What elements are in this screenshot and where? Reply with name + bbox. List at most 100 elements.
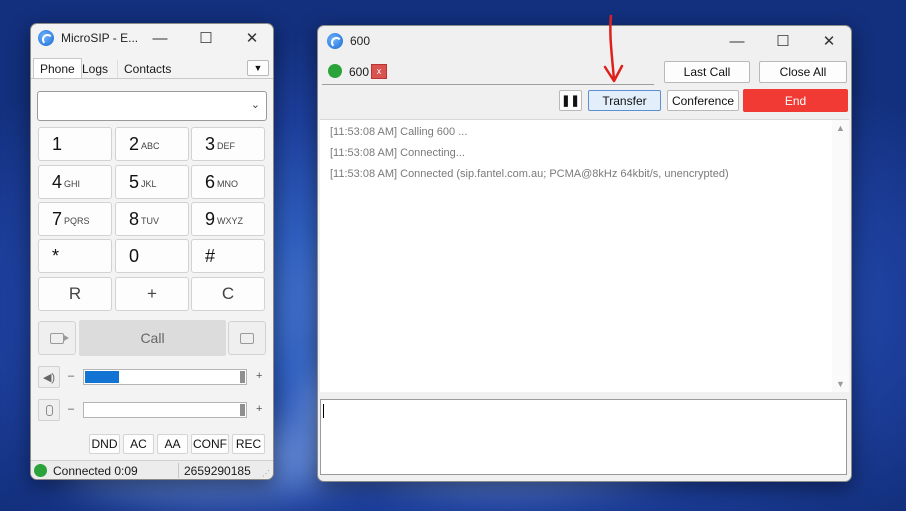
- message-input[interactable]: [320, 399, 847, 475]
- aa-label: AA: [164, 437, 181, 451]
- dialpad-key[interactable]: #: [191, 239, 265, 273]
- dnd-button[interactable]: DND: [89, 434, 120, 454]
- speaker-volume-fill: [85, 371, 119, 383]
- phone-titlebar[interactable]: MicroSIP - E... — ☐ ✕: [31, 24, 273, 52]
- tab-phone[interactable]: Phone: [33, 58, 82, 79]
- close-tab-icon[interactable]: x: [371, 64, 387, 79]
- maximize-icon[interactable]: ☐: [183, 24, 229, 52]
- dialpad-key[interactable]: 8 TUV: [115, 202, 189, 236]
- conference-toggle-button[interactable]: CONF: [191, 434, 229, 454]
- tab-logs[interactable]: Logs: [76, 60, 114, 78]
- dialpad-key-letters: TUV: [141, 215, 160, 226]
- dial-number-combobox[interactable]: ⌄: [37, 91, 267, 121]
- dialpad-key-digit: 6: [205, 171, 216, 192]
- message-button[interactable]: [228, 321, 266, 355]
- clear-label: C: [221, 284, 235, 303]
- microphone-icon: [45, 404, 53, 416]
- rec-label: REC: [235, 437, 262, 451]
- mic-volume-slider[interactable]: [83, 402, 247, 418]
- dialpad-key[interactable]: 1: [38, 127, 112, 161]
- dialpad-key[interactable]: 7 PQRS: [38, 202, 112, 236]
- dialpad-key-digit: 0: [129, 245, 140, 266]
- tab-contacts-label: Contacts: [124, 62, 172, 76]
- video-camera-icon: [50, 332, 69, 344]
- clear-button[interactable]: C: [191, 277, 265, 311]
- active-call-icon: [328, 64, 342, 78]
- tab-divider: [31, 78, 273, 79]
- dialpad-key-letters: PQRS: [64, 215, 90, 226]
- dialpad-key[interactable]: *: [38, 239, 112, 273]
- dialpad-key-digit: 5: [129, 171, 140, 192]
- dialpad-key[interactable]: 0: [115, 239, 189, 273]
- minimize-icon[interactable]: —: [714, 26, 760, 56]
- dialpad-key[interactable]: 3 DEF: [191, 127, 265, 161]
- speaker-minus-label: –: [68, 370, 75, 382]
- tab-logs-label: Logs: [82, 62, 109, 76]
- dialpad-key-letters: MNO: [217, 178, 239, 189]
- dialpad-key-digit: 8: [129, 208, 140, 229]
- speaker-mute-button[interactable]: ◀): [38, 366, 60, 388]
- dialpad-key[interactable]: 5 JKL: [115, 165, 189, 199]
- ac-label: AC: [130, 437, 147, 451]
- status-bar: Connected 0:09 2659290185 ⋰: [31, 460, 273, 479]
- plus-button[interactable]: +: [115, 277, 189, 311]
- call-button[interactable]: Call: [79, 320, 226, 356]
- status-divider: [178, 463, 179, 478]
- log-line: [11:53:08 AM] Connected (sip.fantel.com.…: [330, 168, 729, 180]
- chevron-down-icon: ▼: [253, 63, 263, 73]
- speaker-plus-label: +: [256, 370, 263, 382]
- dialpad-key[interactable]: 4 GHI: [38, 165, 112, 199]
- dialpad-key[interactable]: 9 WXYZ: [191, 202, 265, 236]
- speaker-volume-slider[interactable]: [83, 369, 247, 385]
- mic-volume-thumb[interactable]: [240, 404, 245, 416]
- end-call-label: End: [784, 93, 807, 108]
- plus-label: +: [147, 284, 157, 303]
- dialpad-key-letters: DEF: [217, 140, 236, 151]
- transfer-button[interactable]: Transfer: [588, 90, 661, 111]
- speaker-icon: ◀): [42, 371, 56, 384]
- redial-button[interactable]: R: [38, 277, 112, 311]
- mic-minus-label: –: [68, 403, 75, 415]
- call-window: 600 — ☐ ✕ 600 x Last Call Close All ❚❚ T…: [317, 25, 852, 482]
- dialpad-key[interactable]: 2 ABC: [115, 127, 189, 161]
- close-all-button[interactable]: Close All: [759, 61, 847, 83]
- dialpad-key-digit: #: [205, 245, 216, 266]
- last-call-button[interactable]: Last Call: [664, 61, 750, 83]
- log-scrollbar[interactable]: ▲ ▼: [832, 120, 849, 392]
- video-call-button[interactable]: [38, 321, 76, 355]
- minimize-icon[interactable]: —: [137, 24, 183, 52]
- auto-conference-button[interactable]: AC: [123, 434, 154, 454]
- close-icon[interactable]: ✕: [806, 26, 851, 56]
- resize-grip-icon[interactable]: ⋰: [262, 469, 270, 478]
- dialpad-key-letters: GHI: [64, 178, 81, 189]
- auto-answer-button[interactable]: AA: [157, 434, 188, 454]
- chevron-down-icon: ⌄: [250, 99, 260, 111]
- conference-button[interactable]: Conference: [667, 90, 739, 111]
- hold-button[interactable]: ❚❚: [559, 90, 582, 111]
- dialpad-key-digit: 9: [205, 208, 216, 229]
- dialpad-key-digit: 1: [52, 133, 63, 154]
- conf-label: CONF: [193, 437, 227, 451]
- speaker-volume-thumb[interactable]: [240, 371, 245, 383]
- maximize-icon[interactable]: ☐: [760, 26, 806, 56]
- call-log-panel[interactable]: [11:53:08 AM] Calling 600 ... [11:53:08 …: [320, 119, 849, 392]
- menu-dropdown-button[interactable]: ▼: [247, 60, 269, 76]
- record-button[interactable]: REC: [232, 434, 265, 454]
- call-window-title: 600: [350, 34, 371, 48]
- tab-contacts[interactable]: Contacts: [117, 60, 177, 78]
- call-titlebar[interactable]: 600 — ☐ ✕: [318, 26, 851, 56]
- dialpad-key-digit: 2: [129, 133, 140, 154]
- dialpad-key[interactable]: 6 MNO: [191, 165, 265, 199]
- text-cursor: [323, 404, 324, 418]
- scroll-down-icon[interactable]: ▼: [836, 379, 845, 389]
- redial-label: R: [68, 284, 82, 303]
- call-tab-600[interactable]: 600 x: [322, 60, 654, 85]
- close-icon[interactable]: ✕: [229, 24, 273, 52]
- end-call-button[interactable]: End: [743, 89, 848, 112]
- microsip-phone-window: MicroSIP - E... — ☐ ✕ Phone Logs Contact…: [30, 23, 274, 480]
- dnd-label: DND: [91, 437, 118, 451]
- close-all-label: Close All: [779, 65, 827, 79]
- microphone-mute-button[interactable]: [38, 399, 60, 421]
- scroll-up-icon[interactable]: ▲: [836, 123, 845, 133]
- dialpad-key-letters: ABC: [141, 140, 160, 151]
